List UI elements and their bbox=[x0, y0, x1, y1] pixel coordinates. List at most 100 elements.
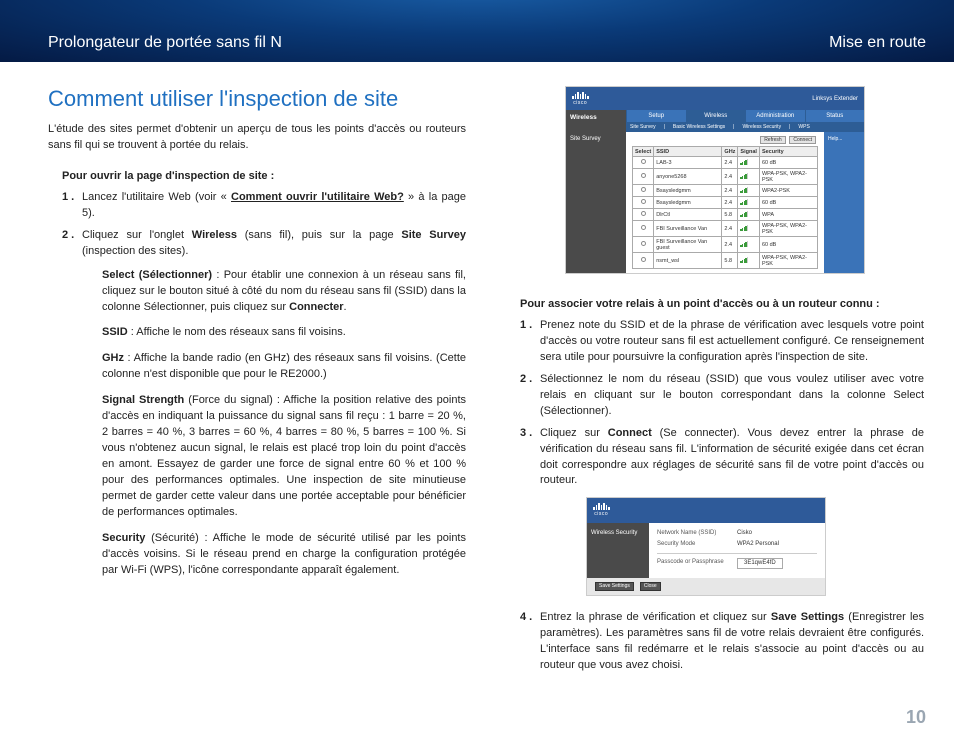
table-row: FBI Surveillance Van2.4WPA-PSK, WPA2-PSK bbox=[633, 221, 818, 237]
th-ssid: SSID bbox=[654, 147, 722, 157]
definitions: Select (Sélectionner) : Pour établir une… bbox=[102, 268, 466, 579]
cell-ssid: FBI Surveillance Van guest bbox=[654, 237, 722, 253]
subtab-site-survey[interactable]: Site Survey bbox=[630, 124, 656, 130]
step-number: 1 . bbox=[520, 318, 532, 334]
step-text: Lancez l'utilitaire Web (voir « Comment … bbox=[82, 191, 466, 219]
banner-title-left: Prolongateur de portée sans fil N bbox=[48, 34, 282, 52]
tab-wireless[interactable]: Wireless bbox=[686, 110, 746, 122]
step-text: Prenez note du SSID et de la phrase de v… bbox=[540, 319, 924, 363]
cell-security: WPA-PSK, WPA2-PSK bbox=[759, 253, 817, 269]
select-radio[interactable] bbox=[641, 225, 646, 230]
left-subhead: Pour ouvrir la page d'inspection de site… bbox=[62, 170, 466, 182]
table-row: anyone52682.4WPA-PSK, WPA2-PSK bbox=[633, 169, 818, 185]
th-select: Select bbox=[633, 147, 654, 157]
section-title: Comment utiliser l'inspection de site bbox=[48, 86, 466, 112]
subtab-wps[interactable]: WPS bbox=[798, 124, 809, 130]
cell-security: WPA-PSK, WPA2-PSK bbox=[759, 221, 817, 237]
step-text: Entrez la phrase de vérification et cliq… bbox=[540, 611, 924, 671]
fig1-top-bar: cisco Linksys Extender bbox=[566, 87, 864, 110]
cisco-logo-icon: cisco bbox=[572, 91, 589, 106]
cell-signal bbox=[738, 169, 760, 185]
right-steps: 1 . Prenez note du SSID et de la phrase … bbox=[520, 318, 924, 674]
cell-ssid: DlrCtl bbox=[654, 209, 722, 221]
fig1-help[interactable]: Help... bbox=[824, 132, 864, 273]
step-text: Cliquez sur l'onglet Wireless (sans fil)… bbox=[82, 229, 466, 257]
fig2-side-label: Wireless Security bbox=[587, 523, 649, 578]
fig1-main-tabs: Setup Wireless Administration Status bbox=[626, 110, 864, 122]
signal-bars-icon bbox=[740, 225, 748, 231]
subtab-security[interactable]: Wireless Security bbox=[742, 124, 781, 130]
fig1-product-name: Linksys Extender bbox=[812, 96, 858, 102]
refresh-button[interactable]: Refresh bbox=[760, 136, 786, 144]
tab-setup[interactable]: Setup bbox=[626, 110, 686, 122]
cell-security: WPA2-PSK bbox=[759, 185, 817, 197]
tab-admin[interactable]: Administration bbox=[745, 110, 805, 122]
cell-ssid: nsmt_wsl bbox=[654, 253, 722, 269]
passphrase-input[interactable]: 3E1qwE4fD bbox=[737, 558, 783, 569]
table-row: Bsaysledgmm2.4 60 dB bbox=[633, 197, 818, 209]
header-banner: Prolongateur de portée sans fil N Mise e… bbox=[0, 0, 954, 62]
table-row: DlrCtl5.8 WPA bbox=[633, 209, 818, 221]
def-ssid: SSID : Affiche le nom des réseaux sans f… bbox=[102, 325, 466, 341]
step-text: Sélectionnez le nom du réseau (SSID) que… bbox=[540, 373, 924, 417]
cell-security: 60 dB bbox=[759, 197, 817, 209]
cell-signal bbox=[738, 197, 760, 209]
save-settings-button[interactable]: Save Settings bbox=[595, 582, 634, 591]
cell-signal bbox=[738, 185, 760, 197]
cell-ghz: 2.4 bbox=[722, 157, 738, 169]
signal-bars-icon bbox=[740, 187, 748, 193]
cell-signal bbox=[738, 209, 760, 221]
banner-title-right: Mise en route bbox=[829, 34, 926, 52]
fig2-top-bar: cisco bbox=[587, 498, 825, 522]
cisco-logo-icon: cisco bbox=[593, 502, 610, 518]
select-radio[interactable] bbox=[641, 187, 646, 192]
figure-site-survey: cisco Linksys Extender Wireless Setup Wi… bbox=[565, 86, 865, 274]
cell-signal bbox=[738, 157, 760, 169]
step-text: Cliquez sur Connect (Se connecter). Vous… bbox=[540, 427, 924, 487]
cell-ssid: Bsaysledgmm bbox=[654, 197, 722, 209]
left-column: Comment utiliser l'inspection de site L'… bbox=[48, 86, 466, 680]
close-button[interactable]: Close bbox=[640, 582, 661, 591]
fig1-side-site-survey: Site Survey bbox=[566, 132, 626, 273]
cell-ssid: FBI Surveillance Van bbox=[654, 221, 722, 237]
cell-signal bbox=[738, 253, 760, 269]
subtab-basic[interactable]: Basic Wireless Settings bbox=[673, 124, 725, 130]
select-radio[interactable] bbox=[641, 241, 646, 246]
cell-ghz: 2.4 bbox=[722, 197, 738, 209]
step-number: 3 . bbox=[520, 426, 532, 442]
tab-status[interactable]: Status bbox=[805, 110, 865, 122]
intro-paragraph: L'étude des sites permet d'obtenir un ap… bbox=[48, 122, 466, 154]
cell-ghz: 2.4 bbox=[722, 169, 738, 185]
connect-button[interactable]: Connect bbox=[789, 136, 816, 144]
figure-wireless-security: cisco Wireless Security Network Name (SS… bbox=[586, 497, 826, 596]
cell-security: 60 dB bbox=[759, 157, 817, 169]
left-steps: 1 . Lancez l'utilitaire Web (voir « Comm… bbox=[62, 190, 466, 579]
cell-ssid: anyone5268 bbox=[654, 169, 722, 185]
cell-signal bbox=[738, 237, 760, 253]
select-radio[interactable] bbox=[641, 257, 646, 262]
cell-security: WPA bbox=[759, 209, 817, 221]
def-select: Select (Sélectionner) : Pour établir une… bbox=[102, 268, 466, 316]
cell-ssid: LAB-3 bbox=[654, 157, 722, 169]
cell-ghz: 5.8 bbox=[722, 209, 738, 221]
cell-security: 60 dB bbox=[759, 237, 817, 253]
link-open-web-utility[interactable]: Comment ouvrir l'utilitaire Web? bbox=[231, 191, 404, 203]
step-number: 4 . bbox=[520, 610, 532, 626]
def-ghz: GHz : Affiche la bande radio (en GHz) de… bbox=[102, 351, 466, 383]
left-step-1: 1 . Lancez l'utilitaire Web (voir « Comm… bbox=[62, 190, 466, 222]
table-row: LAB-32.4 60 dB bbox=[633, 157, 818, 169]
select-radio[interactable] bbox=[641, 159, 646, 164]
select-radio[interactable] bbox=[641, 199, 646, 204]
select-radio[interactable] bbox=[641, 173, 646, 178]
step-number: 2 . bbox=[520, 372, 532, 388]
fig1-sub-tabs: Site Survey | Basic Wireless Settings | … bbox=[626, 122, 864, 132]
fig2-form: Network Name (SSID)Cisko Security ModeWP… bbox=[649, 523, 825, 578]
select-radio[interactable] bbox=[641, 211, 646, 216]
right-step-4: 4 . Entrez la phrase de vérification et … bbox=[520, 610, 924, 674]
signal-bars-icon bbox=[740, 257, 748, 263]
cell-ssid: Bsaysledgmm bbox=[654, 185, 722, 197]
right-step-2: 2 . Sélectionnez le nom du réseau (SSID)… bbox=[520, 372, 924, 420]
signal-bars-icon bbox=[740, 241, 748, 247]
cell-ghz: 2.4 bbox=[722, 237, 738, 253]
signal-bars-icon bbox=[740, 173, 748, 179]
